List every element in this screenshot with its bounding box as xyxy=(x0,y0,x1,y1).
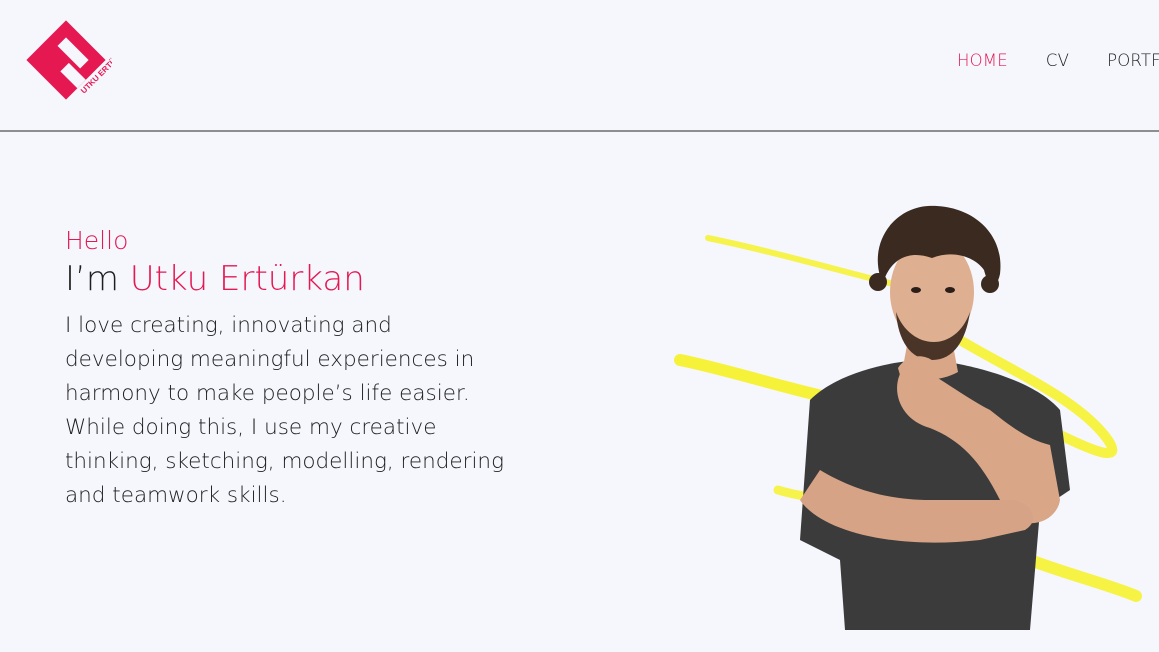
hero-intro-prefix: I’m xyxy=(65,259,119,299)
nav-home-link[interactable]: HOME xyxy=(957,51,1008,70)
brand-logo[interactable]: UTKU ERTÜRKAN xyxy=(20,14,112,106)
hero-intro: Hello I’m Utku Ertürkan I love creating,… xyxy=(65,225,505,513)
hero-greeting: Hello xyxy=(65,226,129,255)
nav-portfolio-link[interactable]: PORTFOLIO xyxy=(1107,51,1159,70)
site-header: UTKU ERTÜRKAN HOME CV PORTFOLIO xyxy=(0,0,1159,132)
hero-name: Utku Ertürkan xyxy=(129,259,365,299)
main-nav: HOME CV PORTFOLIO xyxy=(957,51,1159,70)
nav-cv-link[interactable]: CV xyxy=(1046,51,1069,70)
hero-portrait-illustration xyxy=(674,205,1142,630)
hero-bio: I love creating, innovating and developi… xyxy=(65,313,504,508)
hero-headline: I’m Utku Ertürkan xyxy=(65,257,505,301)
